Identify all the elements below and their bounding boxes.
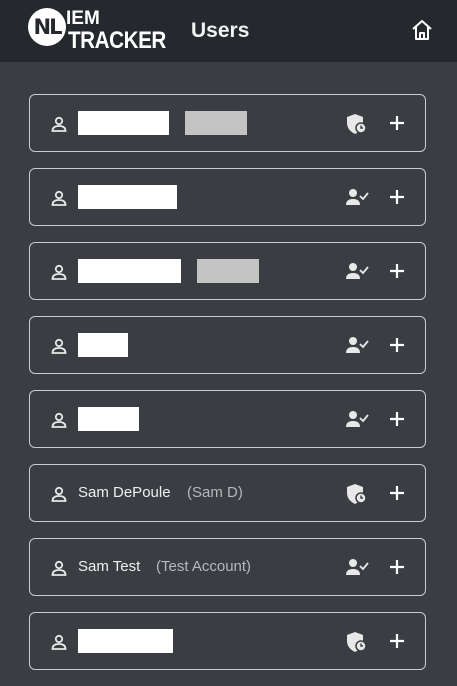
add-icon[interactable] [386,555,408,579]
user-check-icon [346,559,369,575]
add-icon[interactable] [386,259,408,283]
shield-clock-icon [347,632,367,652]
user-row[interactable] [29,94,426,152]
add-icon[interactable] [386,407,408,431]
logo-nl-badge: NL [28,8,66,46]
home-button[interactable] [409,17,435,43]
add-icon[interactable] [386,111,408,135]
redacted-name [78,333,128,357]
redacted-name [78,407,139,431]
redacted-name [78,185,177,209]
redacted-alias [185,111,247,135]
user-name: Sam Test [78,558,141,575]
shield-clock-icon [347,484,367,504]
logo-line-2: TRACKER [68,27,166,54]
user-icon [51,486,67,502]
add-icon[interactable] [386,185,408,209]
redacted-name [78,629,173,653]
user-check-icon [346,411,369,427]
page-title: Users [191,19,250,42]
user-row[interactable]: Sam Test (Test Account) [29,538,426,596]
user-row[interactable] [29,168,426,226]
user-icon [51,634,67,650]
user-check-icon [346,337,369,353]
user-row[interactable] [29,316,426,374]
user-icon [51,190,67,206]
user-row[interactable]: Sam DePoule (Sam D) [29,464,426,522]
top-bar: NL IEM TRACKER Users [0,0,457,62]
user-row[interactable] [29,242,426,300]
add-icon[interactable] [386,481,408,505]
shield-clock-icon [347,114,367,134]
redacted-name [78,259,181,283]
user-row[interactable] [29,612,426,670]
redacted-alias [197,259,259,283]
home-icon [412,20,432,40]
user-alias: (Sam D) [187,484,243,501]
user-check-icon [346,189,369,205]
user-icon [51,338,67,354]
user-list: Sam DePoule (Sam D) Sam Test (Test Accou… [29,94,426,686]
app-logo[interactable]: NL IEM TRACKER [28,8,166,54]
user-alias: (Test Account) [156,558,252,575]
user-name: Sam DePoule [78,484,171,501]
user-check-icon [346,263,369,279]
redacted-name [78,111,169,135]
logo-line-1: IEM [66,8,100,29]
add-icon[interactable] [386,333,408,357]
add-icon[interactable] [386,629,408,653]
user-icon [51,264,67,280]
user-icon [51,116,67,132]
user-icon [51,560,67,576]
user-icon [51,412,67,428]
user-row[interactable] [29,390,426,448]
